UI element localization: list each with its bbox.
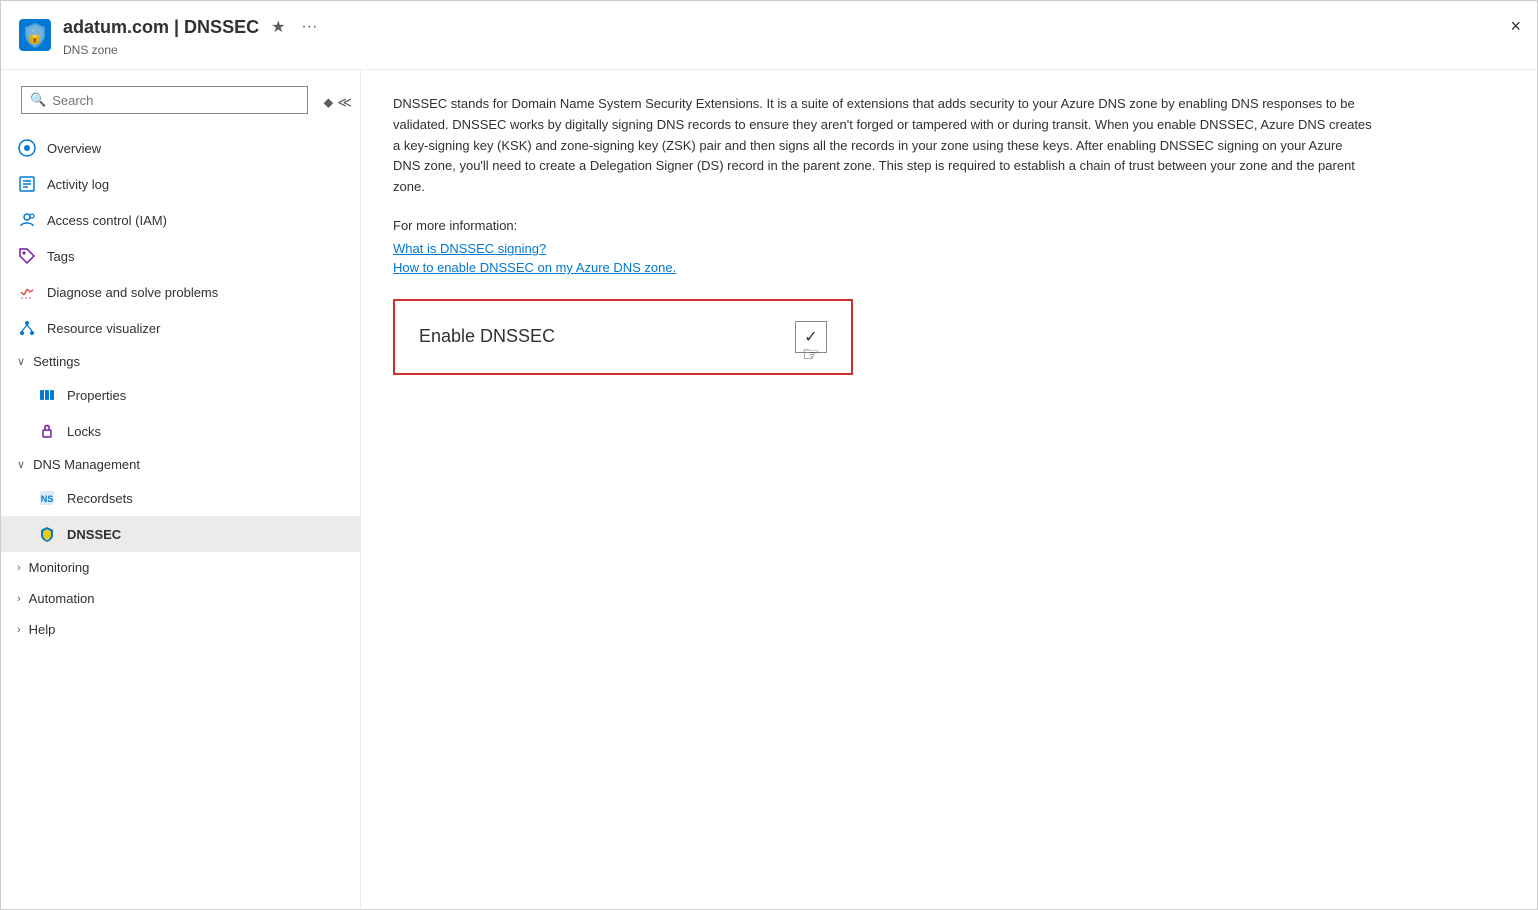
chevron-down-icon: ∨ bbox=[17, 355, 25, 368]
activity-log-icon bbox=[17, 174, 37, 194]
dnssec-icon bbox=[37, 524, 57, 544]
dns-management-section-header[interactable]: ∨ DNS Management bbox=[1, 449, 360, 480]
enable-dnssec-card[interactable]: Enable DNSSEC ✓ ☞ bbox=[393, 299, 853, 375]
sidebar-item-overview[interactable]: Overview bbox=[1, 130, 360, 166]
chevron-right-icon: › bbox=[17, 624, 21, 636]
info-section: For more information: What is DNSSEC sig… bbox=[393, 218, 1505, 275]
link-how-to-enable[interactable]: How to enable DNSSEC on my Azure DNS zon… bbox=[393, 260, 1505, 275]
sidebar-item-properties[interactable]: Properties bbox=[1, 377, 360, 413]
link-what-is-dnssec[interactable]: What is DNSSEC signing? bbox=[393, 241, 1505, 256]
close-button[interactable]: × bbox=[1510, 17, 1521, 35]
sidebar-item-activity-log[interactable]: Activity log bbox=[1, 166, 360, 202]
page-header: 🔒 adatum.com | DNSSEC ★ ··· DNS zone × bbox=[1, 1, 1537, 70]
main-layout: 🔍 ⬥ ≪ Overview Activity log Access c bbox=[1, 70, 1537, 908]
sidebar-item-label: Properties bbox=[67, 388, 126, 403]
sidebar-item-recordsets[interactable]: NS Recordsets bbox=[1, 480, 360, 516]
sidebar: 🔍 ⬥ ≪ Overview Activity log Access c bbox=[1, 70, 361, 908]
dns-management-section-label: DNS Management bbox=[33, 457, 140, 472]
sidebar-item-label: Locks bbox=[67, 424, 101, 439]
search-container: 🔍 bbox=[21, 86, 308, 114]
sidebar-item-diagnose[interactable]: Diagnose and solve problems bbox=[1, 274, 360, 310]
automation-section-header[interactable]: › Automation bbox=[1, 583, 360, 614]
diagnose-icon bbox=[17, 282, 37, 302]
cursor-icon: ☞ bbox=[802, 342, 820, 367]
sidebar-item-tags[interactable]: Tags bbox=[1, 238, 360, 274]
sidebar-item-label: Resource visualizer bbox=[47, 321, 160, 336]
sidebar-item-label: Tags bbox=[47, 249, 74, 264]
sidebar-item-resource-visualizer[interactable]: Resource visualizer bbox=[1, 310, 360, 346]
sidebar-item-label: Recordsets bbox=[67, 491, 133, 506]
favorite-button[interactable]: ★ bbox=[267, 13, 289, 41]
sidebar-item-iam[interactable]: Access control (IAM) bbox=[1, 202, 360, 238]
help-section-label: Help bbox=[29, 622, 56, 637]
locks-icon bbox=[37, 421, 57, 441]
enable-dnssec-label: Enable DNSSEC bbox=[419, 326, 555, 347]
search-input[interactable] bbox=[52, 93, 298, 108]
description-text: DNSSEC stands for Domain Name System Sec… bbox=[393, 94, 1373, 198]
help-section-header[interactable]: › Help bbox=[1, 614, 360, 645]
main-content: DNSSEC stands for Domain Name System Sec… bbox=[361, 70, 1537, 908]
collapse-button[interactable]: ≪ bbox=[337, 94, 352, 111]
title-text: adatum.com | DNSSEC bbox=[63, 17, 259, 38]
svg-text:🔒: 🔒 bbox=[26, 28, 43, 45]
chevron-right-icon: › bbox=[17, 562, 21, 574]
sidebar-item-label: Access control (IAM) bbox=[47, 213, 167, 228]
search-icon: 🔍 bbox=[30, 92, 46, 108]
settings-section-label: Settings bbox=[33, 354, 80, 369]
sidebar-item-locks[interactable]: Locks bbox=[1, 413, 360, 449]
sidebar-item-dnssec[interactable]: DNSSEC bbox=[1, 516, 360, 552]
header-title-group: adatum.com | DNSSEC ★ ··· DNS zone bbox=[63, 13, 1521, 57]
chevron-right-icon: › bbox=[17, 593, 21, 605]
chevron-down-icon: ∨ bbox=[17, 458, 25, 471]
for-more-info-label: For more information: bbox=[393, 218, 1505, 233]
properties-icon bbox=[37, 385, 57, 405]
monitoring-section-label: Monitoring bbox=[29, 560, 90, 575]
sidebar-item-label: DNSSEC bbox=[67, 527, 121, 542]
overview-icon bbox=[17, 138, 37, 158]
page-title: adatum.com | DNSSEC ★ ··· bbox=[63, 13, 1521, 41]
page-subtitle: DNS zone bbox=[63, 43, 1521, 57]
svg-text:NS: NS bbox=[41, 494, 54, 504]
resource-visualizer-icon bbox=[17, 318, 37, 338]
sidebar-item-label: Diagnose and solve problems bbox=[47, 285, 218, 300]
iam-icon bbox=[17, 210, 37, 230]
settings-section-header[interactable]: ∨ Settings bbox=[1, 346, 360, 377]
dnssec-toggle[interactable]: ✓ ☞ bbox=[795, 321, 827, 353]
tags-icon bbox=[17, 246, 37, 266]
header-icon: 🔒 bbox=[17, 17, 53, 53]
sidebar-item-label: Activity log bbox=[47, 177, 109, 192]
filter-button[interactable]: ⬥ bbox=[324, 94, 334, 111]
monitoring-section-header[interactable]: › Monitoring bbox=[1, 552, 360, 583]
automation-section-label: Automation bbox=[29, 591, 95, 606]
sidebar-item-label: Overview bbox=[47, 141, 101, 156]
recordsets-icon: NS bbox=[37, 488, 57, 508]
more-button[interactable]: ··· bbox=[297, 14, 321, 40]
